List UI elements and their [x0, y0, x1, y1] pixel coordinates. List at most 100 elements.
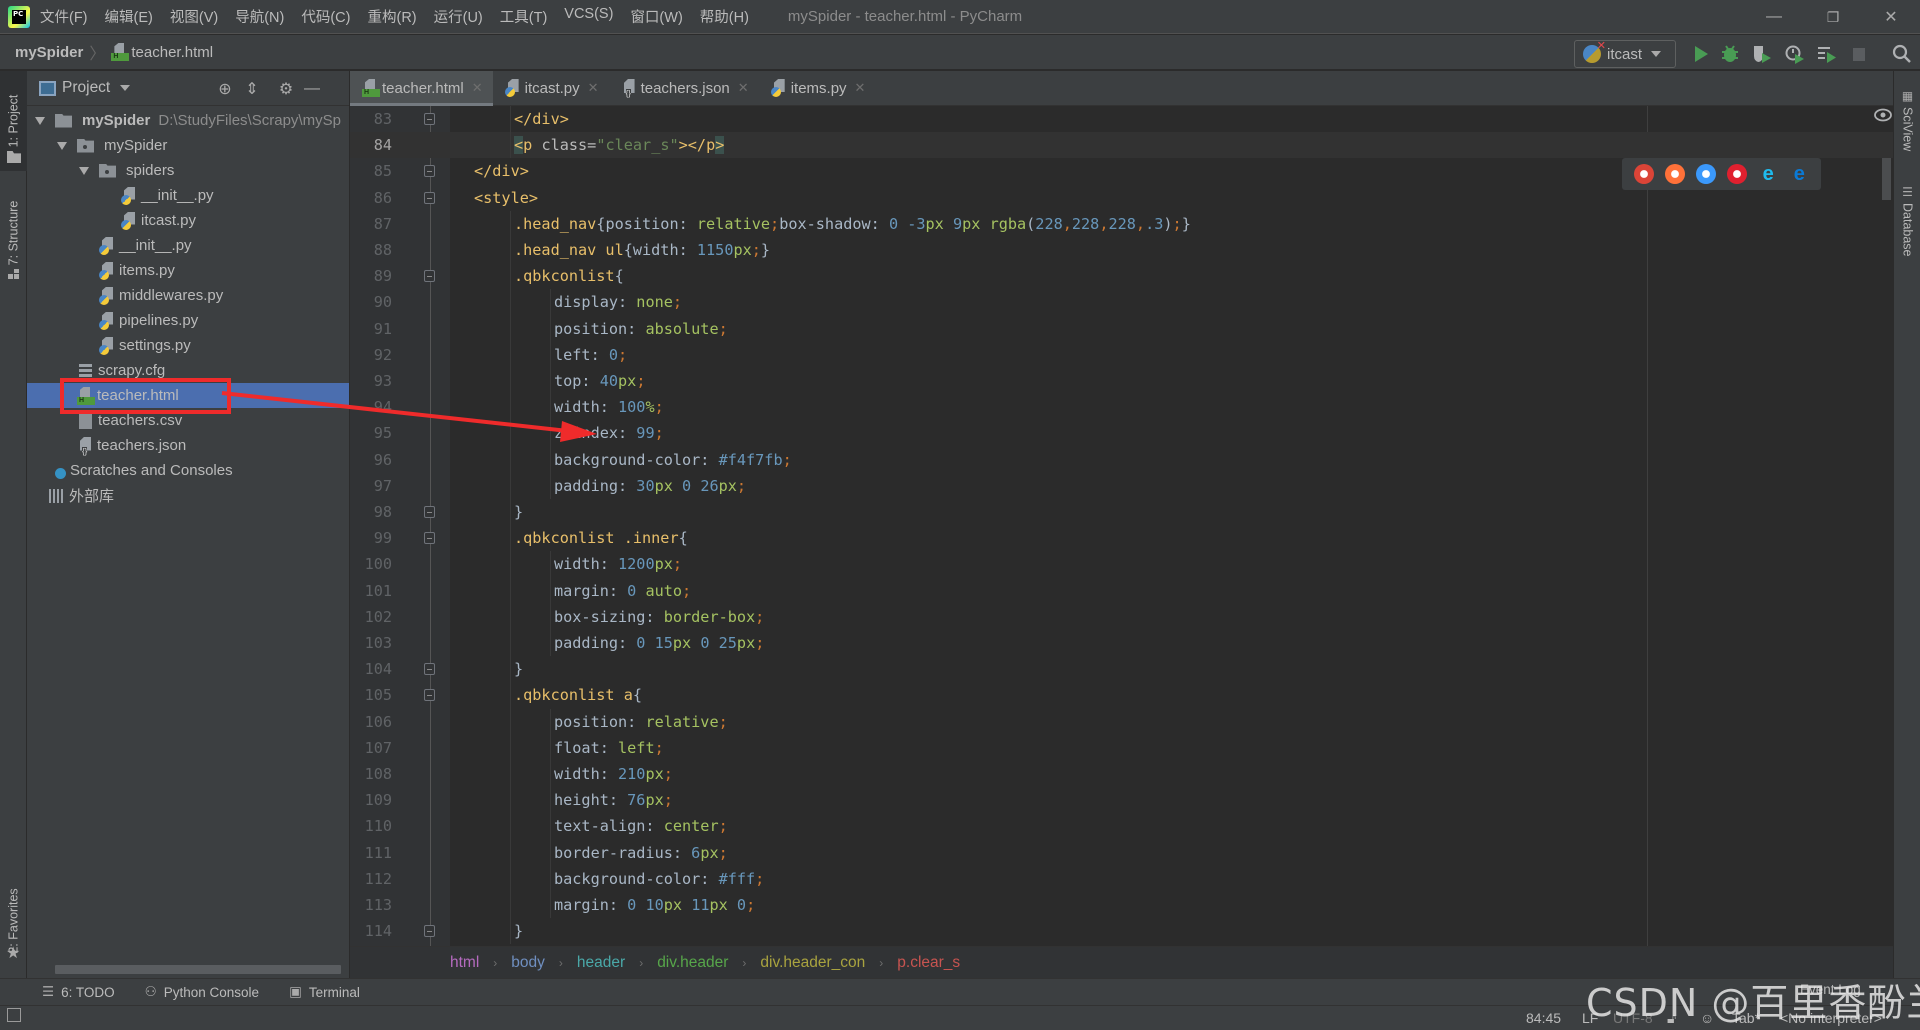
code-line[interactable]: 92 left: 0; [350, 341, 1893, 368]
tree-item[interactable]: __init__.py [27, 183, 349, 208]
expand-triangle-icon[interactable] [35, 116, 45, 125]
bottom-tab--todo[interactable]: ☰ 6: TODO [42, 984, 115, 1000]
breadcrumb-html[interactable]: html [450, 954, 479, 972]
code-line[interactable]: 108 width: 210px; [350, 761, 1893, 788]
code-line[interactable]: 103 padding: 0 15px 0 25px; [350, 630, 1893, 657]
code-line[interactable]: 100 width: 1200px; [350, 551, 1893, 578]
restore-button[interactable]: ❐ [1804, 0, 1862, 34]
code-line[interactable]: 99 .qbkconlist .inner{ [350, 525, 1893, 552]
code-line[interactable]: 94 width: 100%; [350, 394, 1893, 421]
code-line[interactable]: 96 background-color: #f4f7fb; [350, 446, 1893, 473]
tree-item[interactable]: middlewares.py [27, 283, 349, 308]
tree-item[interactable]: itcast.py [27, 208, 349, 233]
search-everywhere-button[interactable] [1890, 42, 1914, 66]
breadcrumb-file[interactable]: teacher.html [131, 44, 213, 61]
code-line[interactable]: 111 border-radius: 6px; [350, 839, 1893, 866]
code-line[interactable]: 91 position: absolute; [350, 315, 1893, 342]
fold-marker-icon[interactable] [424, 191, 435, 204]
safari-icon[interactable] [1695, 164, 1716, 184]
sciview-tool-tab[interactable]: ▦ SciView [1894, 85, 1920, 151]
menu-item[interactable]: 重构(R) [367, 6, 416, 27]
project-view-selector[interactable]: Project [62, 79, 110, 97]
tree-item[interactable]: pipelines.py [27, 308, 349, 333]
eye-icon[interactable] [1874, 108, 1892, 122]
tree-item[interactable]: mySpider [27, 133, 349, 158]
favorites-tool-tab[interactable]: 2: Favorites [0, 861, 27, 981]
locate-file-icon[interactable]: ⊕ [215, 79, 235, 99]
breadcrumb-div-header_con[interactable]: div.header_con [760, 954, 865, 972]
breadcrumb-body[interactable]: body [511, 954, 545, 972]
minimize-button[interactable]: — [1745, 0, 1803, 34]
run-with-coverage-button[interactable] [1750, 42, 1774, 66]
code-line[interactable]: 89 .qbkconlist{ [350, 263, 1893, 290]
vertical-scrollbar[interactable] [1882, 158, 1891, 200]
gear-icon[interactable]: ⚙ [276, 79, 296, 99]
chrome-icon[interactable] [1633, 164, 1654, 184]
breadcrumb-p-clear_s[interactable]: p.clear_s [897, 954, 960, 972]
tree-item[interactable]: mySpider D:\StudyFiles\Scrapy\mySp [27, 108, 349, 133]
code-line[interactable]: 90 display: none; [350, 289, 1893, 316]
fold-marker-icon[interactable] [424, 270, 435, 283]
concurrency-diagram-button[interactable] [1815, 42, 1839, 66]
breadcrumb-header[interactable]: header [577, 954, 625, 972]
code-line[interactable]: 102 box-sizing: border-box; [350, 603, 1893, 630]
caret-position[interactable]: 84:45 [1526, 1010, 1561, 1026]
tree-item[interactable]: items.py [27, 258, 349, 283]
close-tab-icon[interactable]: ✕ [855, 80, 866, 96]
fold-marker-icon[interactable] [424, 532, 435, 545]
tool-windows-toggle-icon[interactable] [7, 1008, 21, 1022]
internet-explorer-icon[interactable]: e [1758, 164, 1778, 184]
chevron-down-icon[interactable] [120, 85, 131, 91]
code-line[interactable]: 109 height: 76px; [350, 787, 1893, 814]
menu-item[interactable]: 编辑(E) [105, 6, 153, 27]
close-tab-icon[interactable]: ✕ [472, 80, 483, 96]
menu-item[interactable]: 导航(N) [235, 6, 284, 27]
fold-marker-icon[interactable] [424, 165, 435, 178]
close-tab-icon[interactable]: ✕ [738, 80, 749, 96]
code-line[interactable]: 87 .head_nav{position: relative;box-shado… [350, 210, 1893, 237]
code-line[interactable]: 98} [350, 499, 1893, 526]
database-tool-tab[interactable]: ☰ Database [1894, 181, 1920, 257]
code-line[interactable]: 114} [350, 918, 1893, 945]
code-line[interactable]: 106 position: relative; [350, 708, 1893, 735]
code-line[interactable]: 88 .head_nav ul{width: 1150px;} [350, 237, 1893, 264]
firefox-icon[interactable] [1664, 164, 1685, 184]
bottom-tab-python-console[interactable]: ⚇ Python Console [145, 984, 259, 1000]
edge-icon[interactable]: e [1789, 164, 1809, 184]
fold-marker-icon[interactable] [424, 506, 435, 518]
debug-button[interactable] [1718, 42, 1742, 66]
expand-triangle-icon[interactable] [79, 166, 89, 175]
hide-panel-icon[interactable]: — [302, 79, 322, 99]
run-button[interactable] [1689, 42, 1713, 66]
menu-item[interactable]: 视图(V) [170, 6, 218, 27]
menu-item[interactable]: VCS(S) [564, 6, 613, 27]
menu-item[interactable]: 运行(U) [434, 6, 483, 27]
code-editor[interactable]: 83 </div> 84 <p class="clear_s"></p> 85 </div… [350, 106, 1893, 946]
tree-item[interactable]: 外部库 [27, 483, 349, 508]
tab-teacher-html[interactable]: teacher.html ✕ [350, 71, 493, 106]
horizontal-scrollbar[interactable] [55, 965, 341, 974]
close-tab-icon[interactable]: ✕ [588, 80, 599, 96]
menu-item[interactable]: 文件(F) [40, 6, 88, 27]
fold-marker-icon[interactable] [424, 925, 435, 938]
code-line[interactable]: 101 margin: 0 auto; [350, 577, 1893, 604]
tree-item[interactable]: settings.py [27, 333, 349, 358]
code-line[interactable]: 113 margin: 0 10px 11px 0; [350, 892, 1893, 919]
fold-marker-icon[interactable] [424, 663, 435, 676]
code-line[interactable]: 104} [350, 656, 1893, 683]
menu-item[interactable]: 代码(C) [301, 6, 350, 27]
code-line[interactable]: 83 </div> [350, 106, 1893, 133]
tab-teachers-json[interactable]: teachers.json ✕ [609, 71, 759, 105]
code-line[interactable]: 95 z-index: 99; [350, 420, 1893, 447]
tree-item[interactable]: __init__.py [27, 233, 349, 258]
run-configuration-select[interactable]: itcast [1574, 39, 1676, 68]
expand-triangle-icon[interactable] [57, 141, 67, 150]
bottom-tab-terminal[interactable]: ▣ Terminal [289, 984, 360, 1000]
tree-item[interactable]: spiders [27, 158, 349, 183]
code-line[interactable]: 97 padding: 30px 0 26px; [350, 472, 1893, 499]
tab-itcast-py[interactable]: itcast.py ✕ [493, 71, 609, 105]
opera-icon[interactable] [1727, 164, 1748, 184]
code-line[interactable]: 84 <p class="clear_s"></p> [350, 132, 1893, 159]
stop-button[interactable] [1847, 42, 1871, 66]
close-window-button[interactable]: ✕ [1862, 0, 1920, 34]
